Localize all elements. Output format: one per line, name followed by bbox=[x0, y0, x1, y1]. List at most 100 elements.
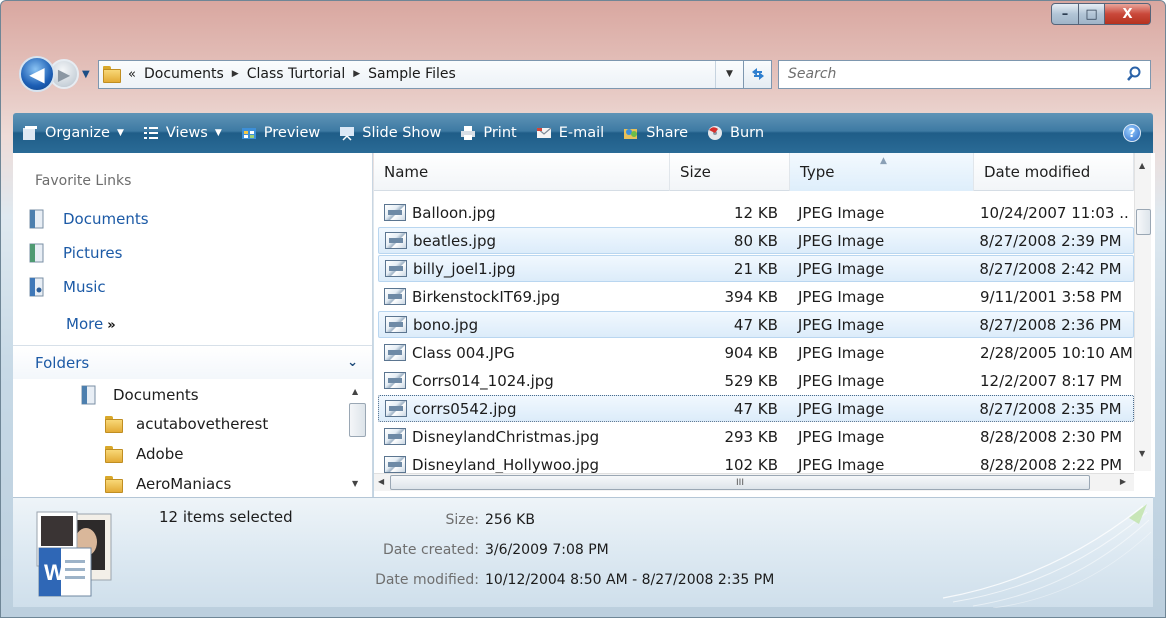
burn-button[interactable]: Burn bbox=[706, 125, 764, 141]
column-header-size[interactable]: Size bbox=[670, 153, 790, 191]
views-icon bbox=[143, 127, 158, 139]
details-pane: W 12 items selected Size: 256 KB Date cr… bbox=[13, 497, 1153, 608]
decorative-swoosh bbox=[942, 504, 1152, 608]
breadcrumb-documents[interactable]: Documents bbox=[144, 66, 224, 82]
file-list-horizontal-scrollbar[interactable]: ◀ III ▶ bbox=[374, 473, 1134, 491]
search-input[interactable] bbox=[788, 66, 1088, 82]
folder-icon bbox=[103, 66, 121, 83]
detail-value-date-modified: 10/12/2004 8:50 AM - 8/27/2008 2:35 PM bbox=[485, 572, 775, 588]
file-rows: Balloon.jpg 12 KB JPEG Image 10/24/2007 … bbox=[374, 197, 1134, 475]
scroll-left-icon[interactable]: ◀ bbox=[378, 477, 384, 486]
scrollbar-thumb[interactable] bbox=[1136, 209, 1151, 235]
file-type: JPEG Image bbox=[798, 203, 885, 222]
jpeg-image-icon bbox=[384, 344, 406, 361]
jpeg-image-icon bbox=[384, 456, 406, 473]
scrollbar-grip: III bbox=[736, 477, 744, 488]
chevron-down-icon: ▼ bbox=[116, 128, 124, 138]
file-name: Class 004.JPG bbox=[412, 343, 515, 362]
detail-label-size: Size: bbox=[445, 512, 479, 528]
breadcrumb-class-turtorial[interactable]: Class Turtorial bbox=[247, 66, 346, 82]
email-icon bbox=[536, 127, 552, 138]
refresh-icon bbox=[751, 68, 764, 80]
preview-button[interactable]: Preview bbox=[240, 125, 320, 141]
file-name: Disneyland_Hollywoo.jpg bbox=[412, 455, 600, 474]
column-header-type[interactable]: ▲ Type bbox=[790, 153, 974, 191]
command-bar: Organize ▼ Views ▼ Preview Slide Show Prin… bbox=[13, 113, 1153, 153]
sort-ascending-icon: ▲ bbox=[880, 156, 887, 166]
file-list-pane: Name Size ▲ Type Date modified Balloon.j… bbox=[374, 153, 1155, 497]
tree-item-aeromaniacs[interactable]: AeroManiacs bbox=[105, 475, 231, 493]
jpeg-image-icon bbox=[385, 316, 407, 333]
close-button[interactable]: X bbox=[1105, 3, 1151, 25]
navigation-row: ◀ ▶ ▼ « Documents ▶ Class Turtorial ▶ Sa… bbox=[19, 55, 1151, 93]
tree-item-adobe[interactable]: Adobe bbox=[105, 445, 183, 463]
printer-icon bbox=[461, 126, 476, 140]
file-row[interactable]: billy_joel1.jpg 21 KB JPEG Image 8/27/20… bbox=[378, 255, 1134, 282]
breadcrumb-separator-icon[interactable]: ▶ bbox=[232, 69, 239, 79]
file-size: 293 KB bbox=[724, 427, 778, 446]
favorite-link-documents[interactable]: Documents bbox=[29, 209, 149, 229]
email-label: E-mail bbox=[558, 125, 605, 141]
email-button[interactable]: E-mail bbox=[535, 125, 604, 141]
file-type: JPEG Image bbox=[798, 455, 885, 474]
views-menu[interactable]: Views ▼ bbox=[142, 125, 222, 141]
jpeg-image-icon bbox=[384, 288, 406, 305]
minimize-button[interactable]: – bbox=[1051, 3, 1079, 25]
folder-tree-scrollbar[interactable]: ▲ ▼ bbox=[348, 379, 366, 497]
folders-header[interactable]: Folders ⌄ bbox=[13, 345, 372, 379]
refresh-button[interactable] bbox=[744, 59, 772, 89]
file-row[interactable]: Balloon.jpg 12 KB JPEG Image 10/24/2007 … bbox=[378, 199, 1134, 226]
favorite-link-pictures[interactable]: Pictures bbox=[29, 243, 122, 263]
file-row[interactable]: bono.jpg 47 KB JPEG Image 8/27/2008 2:36… bbox=[378, 311, 1134, 338]
file-row[interactable]: Corrs014_1024.jpg 529 KB JPEG Image 12/2… bbox=[378, 367, 1134, 394]
multiple-files-thumbnail-icon: W bbox=[36, 511, 112, 597]
file-size: 80 KB bbox=[733, 231, 778, 250]
organize-menu[interactable]: Organize ▼ bbox=[21, 125, 124, 141]
burn-label: Burn bbox=[730, 125, 765, 141]
scroll-up-icon[interactable]: ▲ bbox=[352, 387, 358, 396]
maximize-button[interactable]: □ bbox=[1079, 3, 1105, 25]
file-name: beatles.jpg bbox=[413, 231, 497, 250]
file-row[interactable]: beatles.jpg 80 KB JPEG Image 8/27/2008 2… bbox=[378, 227, 1134, 254]
address-bar[interactable]: « Documents ▶ Class Turtorial ▶ Sample F… bbox=[98, 59, 744, 89]
file-date: 2/28/2005 10:10 AM bbox=[980, 343, 1133, 362]
file-size: 394 KB bbox=[724, 287, 778, 306]
breadcrumb-sample-files[interactable]: Sample Files bbox=[368, 66, 456, 82]
folder-icon bbox=[105, 416, 123, 433]
file-row[interactable]: Disneyland_Hollywoo.jpg 102 KB JPEG Imag… bbox=[378, 451, 1134, 475]
column-header-date-modified[interactable]: Date modified bbox=[974, 153, 1134, 191]
tree-item-documents[interactable]: Documents bbox=[81, 385, 199, 405]
file-name: corrs0542.jpg bbox=[413, 399, 517, 418]
scroll-right-icon[interactable]: ▶ bbox=[1120, 477, 1126, 486]
folder-icon bbox=[105, 446, 123, 463]
search-box[interactable] bbox=[778, 59, 1151, 89]
help-icon[interactable]: ? bbox=[1123, 124, 1141, 142]
more-links-button[interactable]: More» bbox=[66, 315, 116, 333]
recent-pages-dropdown[interactable]: ▼ bbox=[82, 69, 94, 80]
share-button[interactable]: Share bbox=[622, 125, 688, 141]
breadcrumb-overflow[interactable]: « bbox=[128, 67, 136, 82]
file-row[interactable]: corrs0542.jpg 47 KB JPEG Image 8/27/2008… bbox=[378, 395, 1134, 422]
scroll-down-icon[interactable]: ▼ bbox=[1139, 449, 1145, 458]
file-row[interactable]: Class 004.JPG 904 KB JPEG Image 2/28/200… bbox=[378, 339, 1134, 366]
search-icon[interactable] bbox=[1126, 66, 1142, 82]
file-list-vertical-scrollbar[interactable]: ▲ ▼ bbox=[1134, 153, 1151, 471]
file-type: JPEG Image bbox=[797, 259, 885, 278]
breadcrumb-separator-icon[interactable]: ▶ bbox=[353, 69, 360, 79]
file-row[interactable]: DisneylandChristmas.jpg 293 KB JPEG Imag… bbox=[378, 423, 1134, 450]
scrollbar-thumb[interactable]: III bbox=[390, 475, 1090, 490]
scrollbar-thumb[interactable] bbox=[349, 403, 366, 437]
slideshow-button[interactable]: Slide Show bbox=[338, 125, 441, 141]
column-header-name[interactable]: Name bbox=[374, 153, 670, 191]
back-button[interactable]: ◀ bbox=[19, 56, 55, 92]
organize-icon bbox=[23, 126, 37, 140]
favorite-link-music[interactable]: Music bbox=[29, 277, 106, 297]
tree-item-acutabovetherest[interactable]: acutabovetherest bbox=[105, 415, 268, 433]
scroll-down-icon[interactable]: ▼ bbox=[352, 479, 358, 488]
file-date: 8/27/2008 2:42 PM bbox=[979, 259, 1122, 278]
print-button[interactable]: Print bbox=[459, 125, 517, 141]
scroll-up-icon[interactable]: ▲ bbox=[1139, 161, 1145, 170]
address-dropdown-button[interactable]: ▼ bbox=[715, 60, 743, 88]
file-row[interactable]: BirkenstockIT69.jpg 394 KB JPEG Image 9/… bbox=[378, 283, 1134, 310]
file-type: JPEG Image bbox=[797, 399, 885, 418]
